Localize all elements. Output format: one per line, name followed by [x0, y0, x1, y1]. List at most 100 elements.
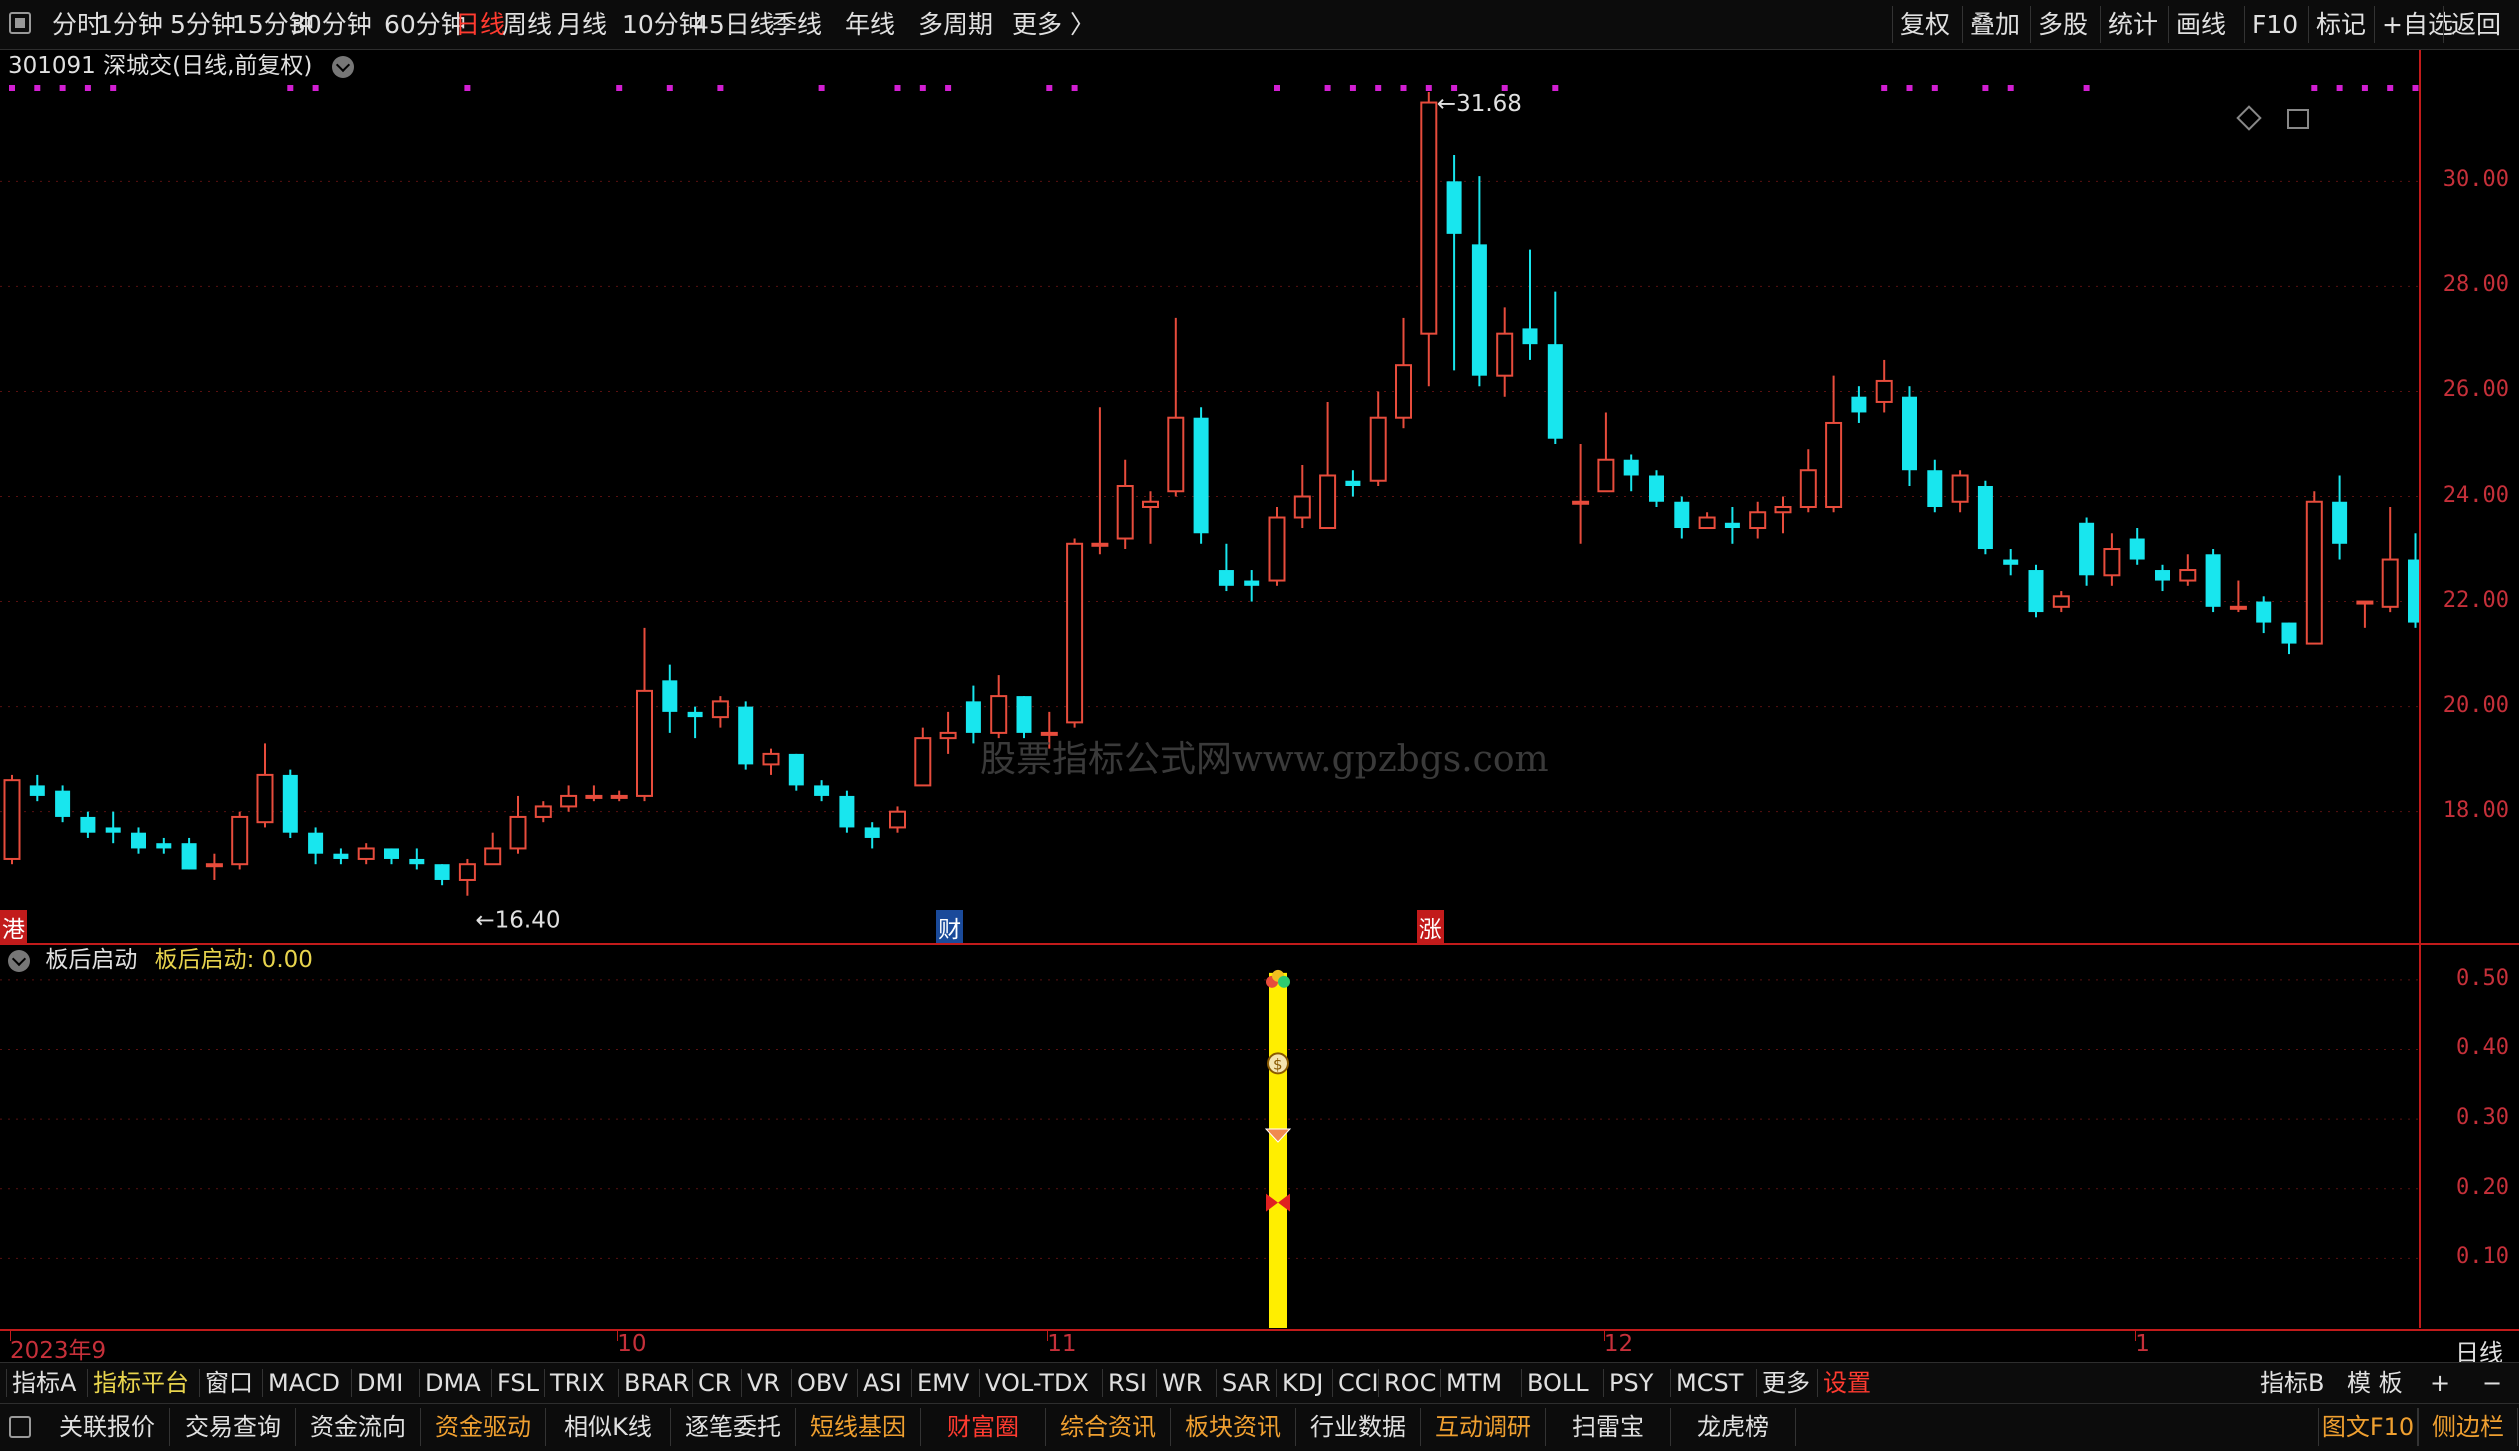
indicator-tab[interactable]: MCST [1676, 1363, 1743, 1403]
candle[interactable] [1142, 491, 1159, 544]
candle[interactable] [687, 706, 703, 739]
function-tab[interactable]: 相似K线 [546, 1408, 671, 1446]
period-tab[interactable]: 5分钟 [170, 0, 236, 49]
candle[interactable] [864, 822, 880, 849]
candle[interactable] [1244, 570, 1260, 602]
candle[interactable] [2305, 491, 2323, 645]
toolbar-action[interactable]: 画线 [2176, 0, 2226, 49]
indicator-tab[interactable]: DMA [425, 1363, 481, 1403]
candle[interactable] [610, 790, 628, 802]
function-tab[interactable]: 综合资讯 [1046, 1408, 1171, 1446]
candle[interactable] [939, 711, 957, 754]
event-marker[interactable]: 港 [0, 910, 27, 944]
indicator-tab[interactable]: KDJ [1282, 1363, 1323, 1403]
candle[interactable] [156, 837, 172, 854]
candle[interactable] [1345, 470, 1361, 497]
candle[interactable] [1218, 543, 1234, 592]
candle[interactable] [29, 774, 45, 802]
candle[interactable] [1066, 538, 1084, 728]
toolbar-action[interactable]: 多股 [2038, 0, 2088, 49]
indicator-tab[interactable]: 指标A [12, 1363, 76, 1403]
candle[interactable] [434, 864, 450, 886]
candle[interactable] [256, 743, 274, 828]
signal-bar[interactable] [1269, 972, 1287, 1328]
toolbar-action[interactable]: F10 [2252, 0, 2298, 49]
function-tab[interactable]: 图文F10 [2318, 1408, 2418, 1446]
candle[interactable] [2381, 507, 2399, 613]
period-tab[interactable]: 60分钟 [384, 0, 466, 49]
candle[interactable] [1825, 375, 1843, 513]
chevron-down-icon[interactable] [331, 55, 354, 78]
period-tab[interactable]: 多周期 [918, 0, 993, 49]
indicator-tab[interactable]: TRIX [550, 1363, 605, 1403]
candle[interactable] [409, 848, 425, 870]
period-tab[interactable]: 1分钟 [97, 0, 163, 49]
menu-icon[interactable] [9, 12, 31, 34]
period-tab[interactable]: 30分钟 [290, 0, 372, 49]
candle[interactable] [1774, 496, 1792, 534]
candle[interactable] [3, 774, 21, 865]
candle[interactable] [2052, 591, 2070, 613]
panel-toggle-icon[interactable] [2287, 109, 2309, 129]
candle[interactable] [1698, 512, 1716, 530]
candle[interactable] [308, 827, 324, 865]
event-marker[interactable]: 涨 [1416, 910, 1444, 944]
indicator-tab[interactable]: 指标平台 [93, 1363, 189, 1403]
function-tab[interactable]: 资金驱动 [421, 1408, 546, 1446]
candle[interactable] [80, 811, 96, 838]
indicator-tab[interactable]: ROC [1384, 1363, 1436, 1403]
function-tab[interactable]: 资金流向 [296, 1408, 421, 1446]
candle[interactable] [384, 848, 399, 865]
candle[interactable] [585, 785, 603, 802]
indicator-option[interactable]: 模 板 [2347, 1363, 2403, 1403]
function-tab[interactable]: 龙虎榜 [1671, 1408, 1796, 1446]
candle[interactable] [814, 780, 830, 802]
indicator-tab[interactable]: 更多 [1762, 1363, 1810, 1403]
candle[interactable] [1091, 407, 1109, 555]
indicator-option[interactable]: + [2430, 1363, 2450, 1403]
candle[interactable] [2281, 622, 2297, 655]
indicator-tab[interactable]: WR [1162, 1363, 1202, 1403]
candle[interactable] [1649, 470, 1664, 508]
candle[interactable] [662, 664, 678, 733]
indicator-tab[interactable]: VR [747, 1363, 780, 1403]
candle[interactable] [2155, 564, 2170, 592]
candle[interactable] [1395, 317, 1412, 429]
candle[interactable] [2179, 554, 2197, 586]
candle[interactable] [534, 801, 552, 823]
candle[interactable] [333, 848, 349, 865]
toolbar-action[interactable]: 复权 [1900, 0, 1950, 49]
indicator-option[interactable]: − [2482, 1363, 2502, 1403]
function-tab[interactable]: 财富圈 [921, 1408, 1046, 1446]
candle[interactable] [1902, 386, 1917, 486]
function-tab[interactable]: 板块资讯 [1171, 1408, 1296, 1446]
indicator-tab[interactable]: 窗口 [205, 1363, 253, 1403]
candle[interactable] [2079, 517, 2095, 586]
candle[interactable] [1749, 501, 1767, 539]
candle[interactable] [1522, 249, 1538, 360]
candle[interactable] [1623, 454, 1639, 492]
candle[interactable] [1674, 496, 1690, 539]
candle[interactable] [560, 785, 578, 812]
function-tab[interactable]: 关联报价 [45, 1408, 170, 1446]
candle[interactable] [2356, 600, 2374, 628]
candle[interactable] [2229, 580, 2247, 613]
toolbar-action[interactable]: 叠加 [1970, 0, 2020, 49]
period-tab[interactable]: 季线 [772, 0, 822, 49]
candle[interactable] [357, 843, 375, 865]
menu-icon[interactable] [9, 1416, 31, 1438]
candle[interactable] [1319, 401, 1337, 530]
period-tab[interactable]: 日线 [455, 0, 505, 49]
function-tab[interactable]: 交易查询 [171, 1408, 296, 1446]
indicator-tab[interactable]: MTM [1446, 1363, 1502, 1403]
candle[interactable] [2256, 596, 2272, 634]
candle[interactable] [1799, 449, 1817, 513]
period-tab[interactable]: 分时 [52, 0, 102, 49]
diamond-icon[interactable] [2236, 105, 2262, 131]
candle[interactable] [1951, 470, 1969, 513]
indicator-tab[interactable]: SAR [1222, 1363, 1271, 1403]
candle[interactable] [1927, 459, 1943, 513]
candle[interactable] [762, 748, 780, 775]
indicator-tab[interactable]: PSY [1609, 1363, 1653, 1403]
candle[interactable] [1496, 307, 1514, 397]
